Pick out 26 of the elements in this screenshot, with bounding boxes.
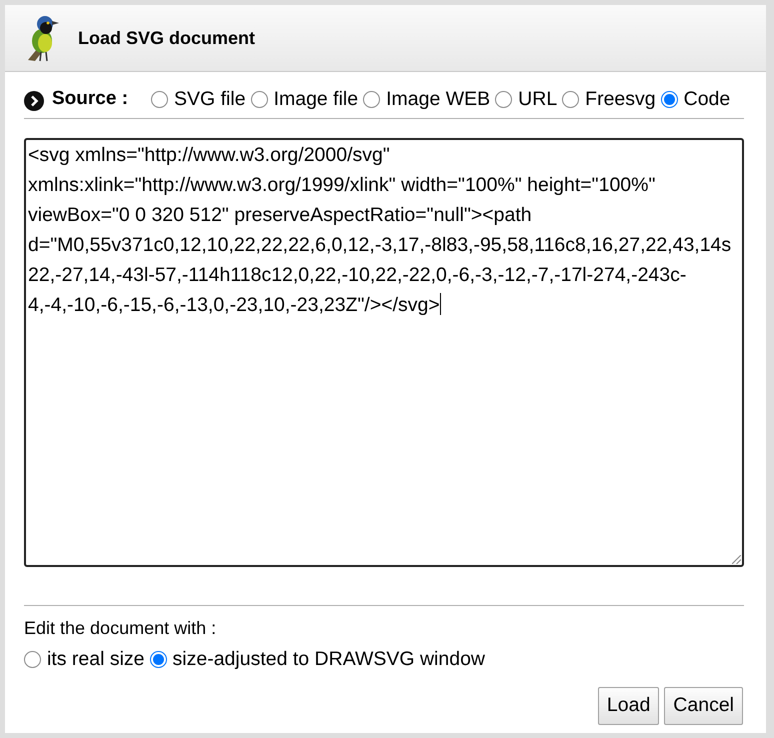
option-label: Image WEB <box>386 86 490 112</box>
chevron-circle-icon <box>24 91 44 111</box>
option-label: Freesvg <box>585 86 656 112</box>
bird-icon <box>27 14 59 62</box>
radio-button[interactable] <box>363 91 380 108</box>
option-label: SVG file <box>174 86 246 112</box>
source-label: Source : <box>52 87 128 112</box>
option-label: size-adjusted to DRAWSVG window <box>172 648 486 670</box>
radio-button[interactable] <box>250 91 268 108</box>
radio-button[interactable] <box>24 650 41 668</box>
radio-button[interactable] <box>660 91 678 108</box>
option-label: URL <box>518 86 558 112</box>
radio-button[interactable] <box>495 91 512 108</box>
radio-button[interactable] <box>562 91 580 108</box>
option-label: its real size <box>47 648 145 670</box>
resize-handle-icon[interactable] <box>732 555 741 564</box>
text-cursor <box>440 293 442 315</box>
edit-label: Edit the document with : <box>24 618 216 639</box>
code-field[interactable]: <svg xmlns="http://www.w3.org/2000/svg" xmlns:xlink="http://www.w3.org/1999/xlink" width="100%" height="100%" viewBox="0 0 320 512" preserveAspectRatio="null"><path d="M0,55v371c0,12,10,22,22,22,6,0,12,-3,17,-8l83,-95,58,116c8,16,27,22,43,14s22,-27,14,-43l-57,-114h118c12,0,22,-10,22,-22,0,-6,-3,-12,-7,-17l-274,-243c-4,-4,-10,-6,-15,-6,-13,0,-23,10,-23,23Z"/></svg> <box>24 138 744 567</box>
radio-button[interactable] <box>150 650 167 668</box>
option-label: Image file <box>274 86 358 112</box>
option-label: Code <box>684 86 730 112</box>
cancel-button[interactable]: Cancel <box>664 687 743 725</box>
radio-button[interactable] <box>151 91 168 108</box>
load-button[interactable]: Load <box>598 687 660 725</box>
dialog-title: Load SVG document <box>78 26 256 50</box>
